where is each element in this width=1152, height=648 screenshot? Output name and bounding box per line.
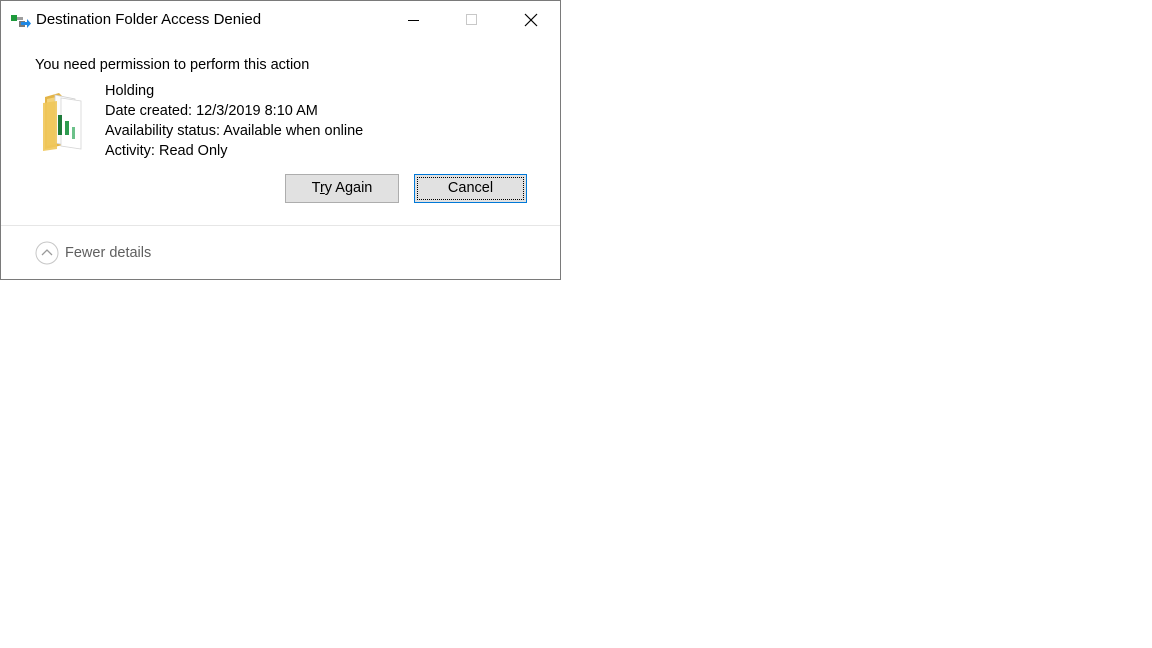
minimize-icon xyxy=(408,20,419,21)
try-again-button[interactable]: Try Again xyxy=(285,174,399,203)
item-details: Holding Date created: 12/3/2019 8:10 AM … xyxy=(105,81,363,161)
item-date-created: Date created: 12/3/2019 8:10 AM xyxy=(105,103,318,119)
access-denied-dialog: Destination Folder Access Denied You nee… xyxy=(0,0,561,280)
cancel-label: Cancel xyxy=(447,180,494,196)
footer-separator xyxy=(1,225,560,226)
maximize-button[interactable] xyxy=(442,1,500,39)
item-activity: Activity: Read Only xyxy=(105,143,228,159)
item-name: Holding xyxy=(105,83,155,99)
fewer-details-label: Fewer details xyxy=(65,245,152,261)
cancel-button[interactable]: Cancel xyxy=(414,174,527,203)
minimize-button[interactable] xyxy=(384,1,442,39)
window-title: Destination Folder Access Denied xyxy=(36,11,262,28)
folder-icon xyxy=(41,89,93,153)
permission-message: You need permission to perform this acti… xyxy=(35,57,310,73)
close-button[interactable] xyxy=(502,1,560,39)
try-again-accelerator: r xyxy=(319,180,325,196)
item-availability: Availability status: Available when onli… xyxy=(105,123,364,139)
file-transfer-icon xyxy=(11,13,31,29)
title-bar[interactable]: Destination Folder Access Denied xyxy=(1,1,560,39)
maximize-icon xyxy=(466,14,477,25)
close-icon xyxy=(524,13,538,27)
try-again-label: Try Again xyxy=(311,180,373,196)
chevron-up-icon xyxy=(35,241,59,265)
